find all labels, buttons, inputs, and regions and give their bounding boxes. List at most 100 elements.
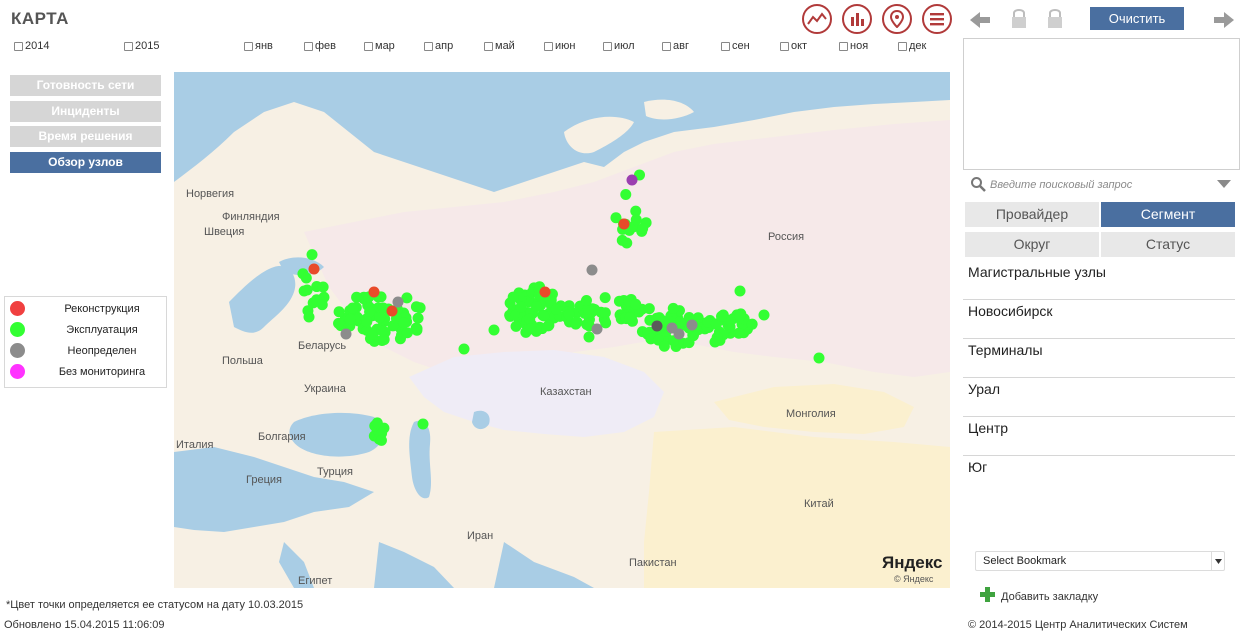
- checkbox-box[interactable]: [364, 41, 373, 51]
- map-node-point[interactable]: [510, 320, 522, 332]
- map-node-point[interactable]: [361, 316, 373, 328]
- map-node-point[interactable]: [515, 301, 527, 313]
- map-node-point[interactable]: [538, 310, 550, 322]
- month-checkbox[interactable]: дек: [898, 40, 926, 52]
- map-node-point[interactable]: [686, 319, 698, 331]
- month-checkbox[interactable]: авг: [662, 40, 689, 52]
- map-node-point[interactable]: [364, 306, 376, 318]
- checkbox-box[interactable]: [780, 41, 789, 51]
- map-node-point[interactable]: [301, 284, 313, 296]
- map-node-point[interactable]: [542, 320, 554, 332]
- map-node-point[interactable]: [813, 352, 825, 364]
- nav-network-readiness[interactable]: Готовность сети: [10, 75, 161, 96]
- map-node-point[interactable]: [580, 295, 592, 307]
- list-item-segment[interactable]: Юг: [963, 457, 1235, 495]
- checkbox-box[interactable]: [898, 41, 907, 51]
- map-node-point[interactable]: [550, 303, 562, 315]
- map-node-point[interactable]: [667, 302, 679, 314]
- map-node-point[interactable]: [300, 272, 312, 284]
- map-node-point[interactable]: [306, 249, 318, 261]
- map-node-point[interactable]: [734, 310, 746, 322]
- map-node-point[interactable]: [344, 313, 356, 325]
- month-checkbox[interactable]: окт: [780, 40, 807, 52]
- map-node-point[interactable]: [411, 324, 423, 336]
- bookmark-select[interactable]: Select Bookmark: [975, 551, 1225, 571]
- map-node-point[interactable]: [308, 263, 320, 275]
- month-checkbox[interactable]: апр: [424, 40, 453, 52]
- list-item-segment[interactable]: Магистральные узлы: [963, 262, 1235, 300]
- map-node-point[interactable]: [599, 292, 611, 304]
- map-node-point[interactable]: [392, 296, 404, 308]
- map-node-point[interactable]: [591, 323, 603, 335]
- tab-status[interactable]: Статус: [1101, 232, 1235, 257]
- nav-resolution-time[interactable]: Время решения: [10, 126, 161, 147]
- map-node-point[interactable]: [746, 318, 758, 330]
- list-item-segment[interactable]: Урал: [963, 379, 1235, 417]
- checkbox-box[interactable]: [124, 41, 133, 51]
- checkbox-box[interactable]: [484, 41, 493, 51]
- map-node-point[interactable]: [630, 214, 642, 226]
- map-node-point[interactable]: [401, 327, 413, 339]
- map-node-point[interactable]: [673, 328, 685, 340]
- map-node-point[interactable]: [716, 310, 728, 322]
- map-node-point[interactable]: [412, 312, 424, 324]
- map-node-point[interactable]: [651, 320, 663, 332]
- clear-button[interactable]: Очистить: [1090, 7, 1184, 30]
- map-node-point[interactable]: [351, 291, 363, 303]
- current-selections-box[interactable]: [963, 38, 1240, 170]
- map-node-point[interactable]: [316, 299, 328, 311]
- month-checkbox[interactable]: май: [484, 40, 515, 52]
- map-node-point[interactable]: [507, 291, 519, 303]
- map-node-point[interactable]: [524, 313, 536, 325]
- map-canvas[interactable]: Норвегия Финляндия Швеция Россия Беларус…: [174, 72, 950, 588]
- map-node-point[interactable]: [637, 223, 649, 235]
- map-node-point[interactable]: [734, 285, 746, 297]
- month-checkbox[interactable]: сен: [721, 40, 750, 52]
- map-node-point[interactable]: [531, 301, 543, 313]
- map-node-point[interactable]: [333, 306, 345, 318]
- list-item-segment[interactable]: Центр: [963, 418, 1235, 456]
- map-node-point[interactable]: [398, 317, 410, 329]
- month-checkbox[interactable]: ноя: [839, 40, 868, 52]
- map-node-point[interactable]: [581, 319, 593, 331]
- map-node-point[interactable]: [386, 305, 398, 317]
- checkbox-box[interactable]: [14, 41, 23, 51]
- map-node-point[interactable]: [571, 316, 583, 328]
- tab-segment[interactable]: Сегмент: [1101, 202, 1235, 227]
- line-chart-icon[interactable]: [802, 4, 832, 34]
- nav-nodes-overview[interactable]: Обзор узлов: [10, 152, 161, 173]
- checkbox-box[interactable]: [839, 41, 848, 51]
- unlock-icon[interactable]: [1046, 7, 1064, 34]
- map-node-point[interactable]: [583, 331, 595, 343]
- bar-chart-icon[interactable]: [842, 4, 872, 34]
- back-arrow-icon[interactable]: [969, 11, 991, 34]
- map-node-point[interactable]: [488, 324, 500, 336]
- map-node-point[interactable]: [368, 286, 380, 298]
- map-node-point[interactable]: [620, 189, 632, 201]
- map-node-point[interactable]: [525, 323, 537, 335]
- month-checkbox[interactable]: июн: [544, 40, 575, 52]
- map-node-point[interactable]: [624, 312, 636, 324]
- tab-district[interactable]: Округ: [965, 232, 1099, 257]
- forward-arrow-icon[interactable]: [1213, 11, 1235, 34]
- month-checkbox[interactable]: мар: [364, 40, 395, 52]
- checkbox-box[interactable]: [244, 41, 253, 51]
- search-input[interactable]: Введите поисковый запрос: [990, 179, 1216, 191]
- map-node-point[interactable]: [616, 234, 628, 246]
- tab-provider[interactable]: Провайдер: [965, 202, 1099, 227]
- map-node-point[interactable]: [303, 311, 315, 323]
- month-checkbox[interactable]: июл: [603, 40, 635, 52]
- map-node-point[interactable]: [374, 312, 386, 324]
- search-bar[interactable]: Введите поисковый запрос: [970, 175, 1232, 195]
- list-item-segment[interactable]: Новосибирск: [963, 301, 1235, 339]
- map-node-point[interactable]: [458, 343, 470, 355]
- map-node-point[interactable]: [758, 309, 770, 321]
- map-node-point[interactable]: [410, 301, 422, 313]
- map-node-point[interactable]: [599, 307, 611, 319]
- year-checkbox-2014[interactable]: 2014: [14, 40, 49, 52]
- map-node-point[interactable]: [340, 328, 352, 340]
- checkbox-box[interactable]: [424, 41, 433, 51]
- checkbox-box[interactable]: [721, 41, 730, 51]
- lock-icon[interactable]: [1010, 7, 1028, 34]
- map-node-point[interactable]: [378, 334, 390, 346]
